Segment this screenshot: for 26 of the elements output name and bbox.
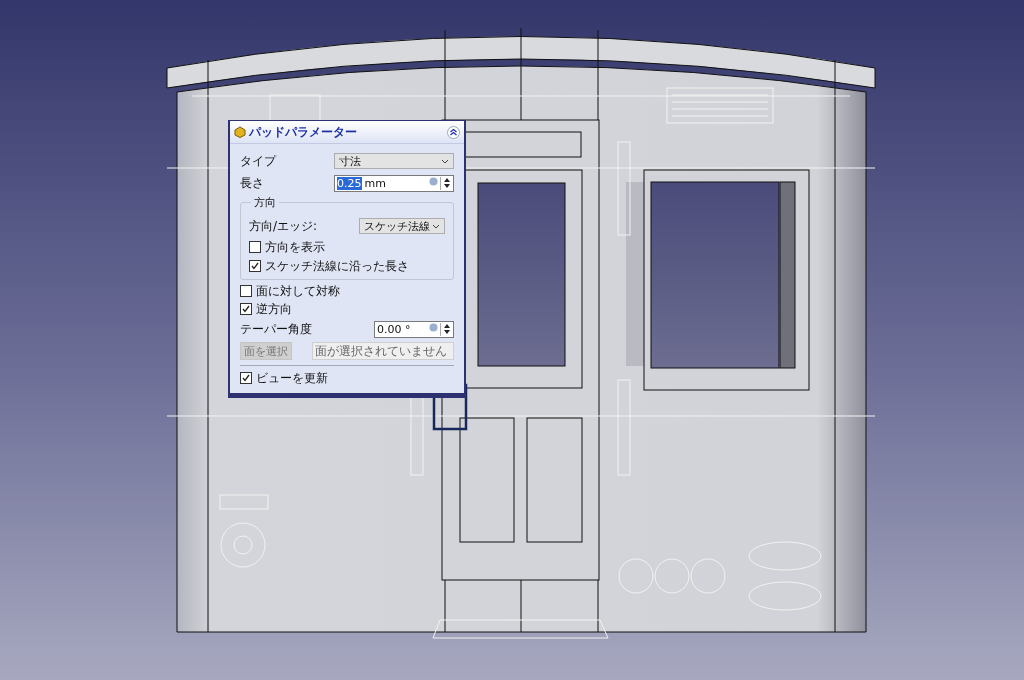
- length-field[interactable]: 0.25 mm: [334, 174, 454, 192]
- checkbox[interactable]: [240, 303, 252, 315]
- checkbox-label: ビューを更新: [256, 369, 328, 387]
- checkbox-label: スケッチ法線に沿った長さ: [265, 257, 409, 275]
- checkbox[interactable]: [240, 372, 252, 384]
- taper-label: テーパー角度: [240, 320, 312, 338]
- checkbox-label: 逆方向: [256, 300, 292, 318]
- checkbox[interactable]: [240, 285, 252, 297]
- checkbox[interactable]: [249, 241, 261, 253]
- taper-field[interactable]: 0.00 °: [374, 320, 454, 338]
- checkbox-label: 面に対して対称: [256, 282, 340, 300]
- collapse-icon[interactable]: [447, 125, 460, 139]
- spin-arrows-icon[interactable]: [440, 176, 452, 190]
- type-dropdown[interactable]: 寸法: [334, 153, 454, 169]
- spin-arrows-icon[interactable]: [440, 322, 452, 336]
- group-title: 方向: [251, 195, 279, 210]
- length-label: 長さ: [240, 174, 264, 192]
- pad-icon: [234, 126, 246, 138]
- panel-title: パッドパラメーター: [249, 123, 358, 141]
- caret-icon: [441, 158, 449, 164]
- direction-edge-label: 方向/エッジ:: [249, 217, 318, 235]
- caret-icon: [432, 223, 440, 229]
- direction-dropdown[interactable]: スケッチ法線: [359, 218, 445, 234]
- checkbox[interactable]: [249, 260, 261, 272]
- checkbox-label: 方向を表示: [265, 238, 325, 256]
- type-label: タイプ: [240, 152, 276, 170]
